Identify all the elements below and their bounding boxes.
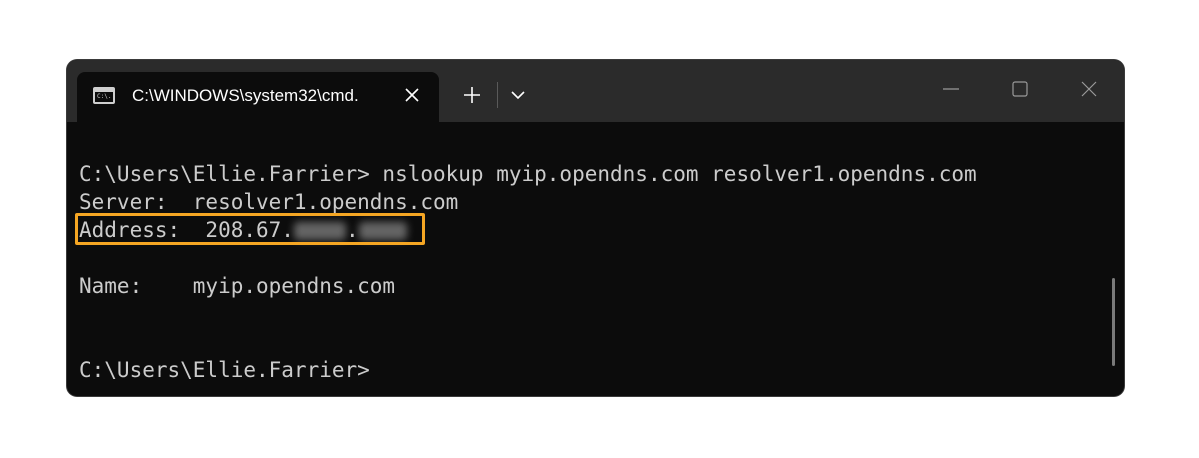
close-window-icon[interactable] — [1066, 74, 1112, 104]
scrollbar[interactable] — [1112, 278, 1115, 366]
maximize-icon[interactable] — [997, 74, 1043, 104]
terminal-line-prompt: C:\Users\Ellie.Farrier> — [79, 358, 370, 382]
terminal-window: C:\. C:\WINDOWS\system32\cmd. C:\Users\E… — [67, 60, 1124, 396]
cmd-icon-text: C:\. — [97, 93, 112, 100]
terminal-line-command: C:\Users\Ellie.Farrier> nslookup myip.op… — [79, 162, 977, 186]
minimize-icon[interactable] — [928, 74, 974, 104]
cmd-icon: C:\. — [93, 87, 115, 104]
title-bar[interactable]: C:\. C:\WINDOWS\system32\cmd. — [67, 60, 1124, 122]
terminal-line-name: Name: myip.opendns.com — [79, 274, 396, 298]
new-tab-plus-icon[interactable] — [457, 80, 487, 110]
close-tab-icon[interactable] — [399, 82, 425, 108]
tab-title: C:\WINDOWS\system32\cmd. — [132, 86, 359, 105]
address-highlight-box — [75, 213, 425, 245]
chevron-down-icon[interactable] — [503, 80, 533, 110]
terminal-line-server: Server: resolver1.opendns.com — [79, 190, 459, 214]
tab-divider — [497, 82, 498, 108]
tab-cmd[interactable]: C:\. C:\WINDOWS\system32\cmd. — [77, 72, 439, 122]
